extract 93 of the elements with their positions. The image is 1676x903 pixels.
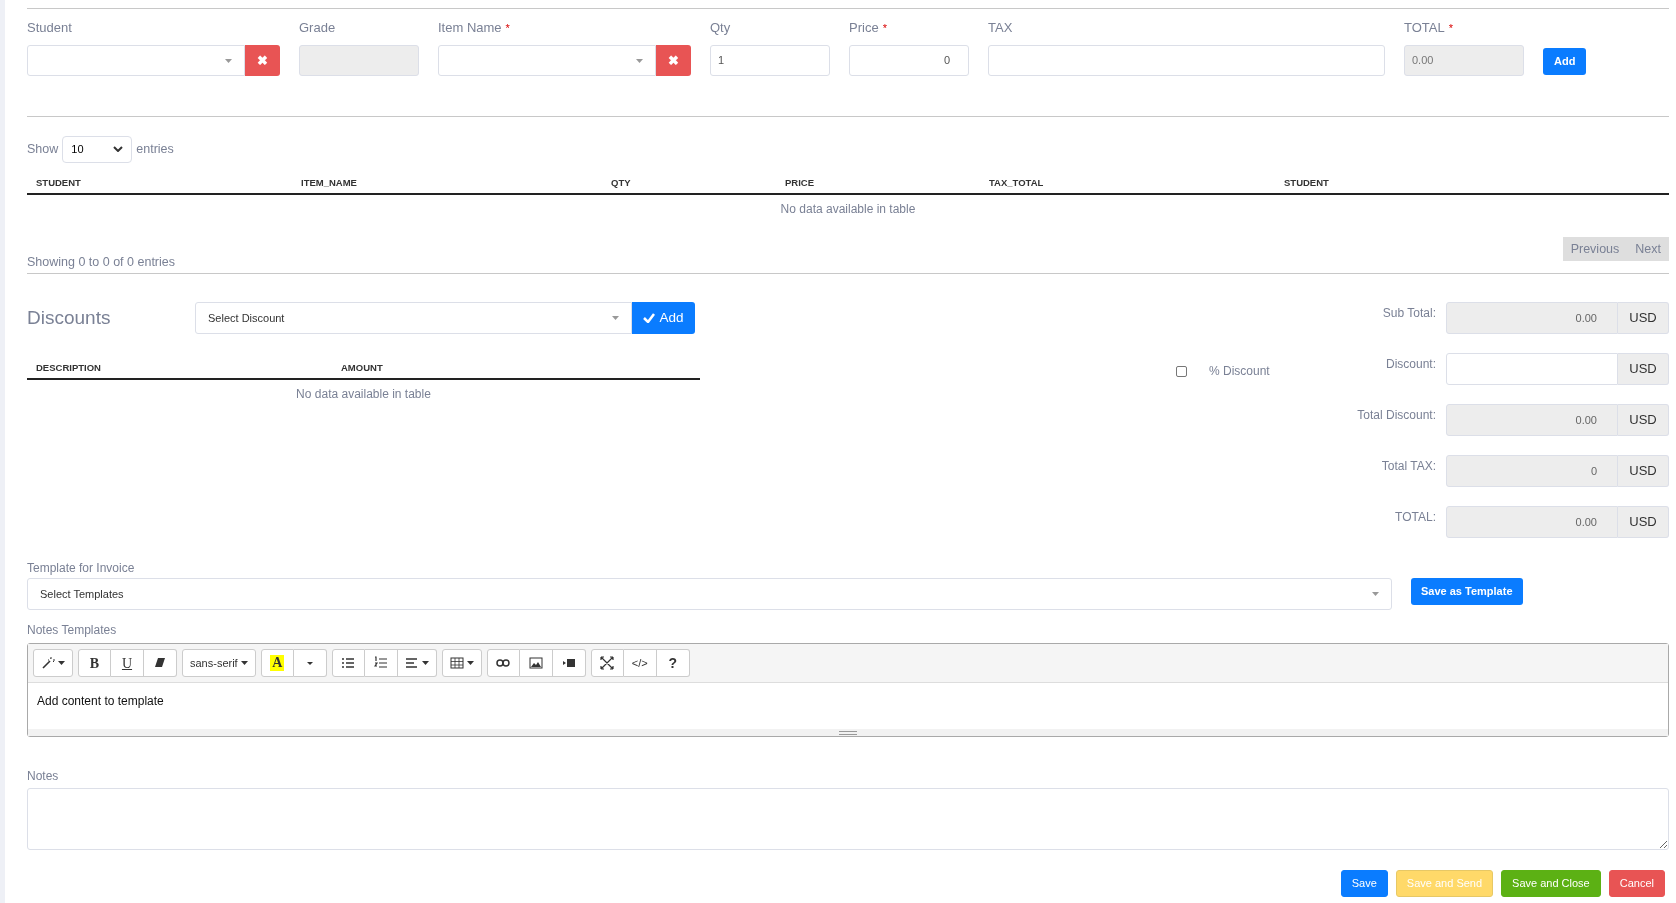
page-size-select[interactable]: 10 xyxy=(62,135,133,163)
section-title: Discounts xyxy=(27,305,112,330)
checkbox-label: % Discount xyxy=(1209,363,1270,380)
column-header: STUDENT xyxy=(1283,175,1330,190)
required-mark: * xyxy=(882,20,887,36)
input-field[interactable] xyxy=(1446,353,1618,385)
select-field[interactable] xyxy=(438,45,656,76)
field-label: Total Discount: xyxy=(1356,407,1437,424)
check-icon xyxy=(643,313,656,323)
field-label: Item Name xyxy=(438,19,502,38)
input-field[interactable]: 1 xyxy=(710,45,830,76)
field-label: Discount: xyxy=(1384,356,1437,373)
readonly-field: 0.00 xyxy=(1404,45,1524,76)
readonly-field: 0.00 xyxy=(1446,506,1618,538)
column-header: TAX_TOTAL xyxy=(988,175,1045,190)
column-header: PRICE xyxy=(784,175,816,190)
toolbar-button[interactable]: sans-serif xyxy=(182,649,256,677)
eraser-icon xyxy=(153,656,167,670)
field-label: Qty xyxy=(710,19,731,38)
readonly-field: 0.00 xyxy=(1446,404,1618,436)
table-icon xyxy=(449,656,464,670)
field-label: TAX xyxy=(988,19,1013,38)
input-field[interactable]: 0 xyxy=(849,45,969,76)
resize-handle-icon xyxy=(839,730,857,735)
caret-icon xyxy=(636,58,643,63)
field-label: Student xyxy=(27,19,72,38)
editor-content[interactable]: Add content to template xyxy=(37,692,1659,710)
add-button[interactable]: Add xyxy=(632,302,695,334)
field-label: Total TAX: xyxy=(1380,458,1437,475)
field-label: Notes xyxy=(27,768,60,783)
caret-icon xyxy=(1372,592,1379,596)
toolbar-button[interactable]: </> xyxy=(623,649,657,677)
link-icon xyxy=(496,656,511,670)
field-label: Grade xyxy=(299,19,336,38)
magic-wand-icon xyxy=(41,656,55,670)
chevron-down-icon xyxy=(113,146,124,152)
action-button[interactable]: Cancel xyxy=(1608,870,1665,897)
field-label: Notes Templates xyxy=(27,622,118,637)
caret-icon xyxy=(612,316,619,320)
toolbar-button[interactable] xyxy=(486,649,520,677)
column-header: STUDENT xyxy=(35,175,82,190)
column-header: DESCRIPTION xyxy=(35,360,102,375)
toolbar-button[interactable] xyxy=(590,649,624,677)
toolbar-button[interactable]: B xyxy=(78,649,111,677)
readonly-field: 0 xyxy=(1446,455,1618,487)
checkbox[interactable] xyxy=(1176,365,1187,377)
table-info: Showing 0 to 0 of 0 entries xyxy=(27,254,175,271)
empty-table-message: No data available in table xyxy=(780,201,916,218)
toolbar-button[interactable] xyxy=(552,649,586,677)
notes-field[interactable] xyxy=(27,788,1669,850)
select-field[interactable] xyxy=(27,45,245,76)
readonly-field: 0.00 xyxy=(1446,302,1618,334)
show-label: Show xyxy=(27,140,59,158)
entries-label: entries xyxy=(136,140,174,158)
add-button[interactable]: Add xyxy=(1543,48,1587,75)
fullscreen-icon xyxy=(600,656,615,670)
picture-icon xyxy=(528,656,543,670)
clear-button[interactable]: ✖ xyxy=(245,45,280,76)
align-icon xyxy=(404,656,419,670)
toolbar-button[interactable]: ? xyxy=(656,649,690,677)
template-select[interactable]: Select Templates xyxy=(27,578,1392,610)
action-button[interactable]: Save xyxy=(1340,870,1388,897)
discount-select[interactable]: Select Discount xyxy=(195,302,632,334)
column-header: QTY xyxy=(610,175,632,190)
field-label: TOTAL: xyxy=(1394,509,1437,526)
column-header: AMOUNT xyxy=(340,360,384,375)
toolbar-button[interactable] xyxy=(144,649,177,677)
field-label: Template for Invoice xyxy=(27,560,136,575)
currency-addon: USD xyxy=(1618,506,1669,538)
currency-addon: USD xyxy=(1618,404,1669,436)
currency-addon: USD xyxy=(1618,302,1669,334)
column-header: ITEM_NAME xyxy=(300,175,358,190)
toolbar-button[interactable]: U xyxy=(111,649,144,677)
save-template-button[interactable]: Save as Template xyxy=(1411,578,1523,605)
currency-addon: USD xyxy=(1618,455,1669,487)
empty-table-message: No data available in table xyxy=(296,386,431,403)
caret-icon xyxy=(225,58,232,63)
toolbar-button[interactable] xyxy=(441,649,482,677)
input-field[interactable] xyxy=(988,45,1385,76)
currency-addon: USD xyxy=(1618,353,1669,385)
toolbar-button[interactable]: A xyxy=(260,649,294,677)
field-label: TOTAL xyxy=(1404,19,1445,38)
required-mark: * xyxy=(1448,20,1453,36)
field-label: Sub Total: xyxy=(1381,305,1437,322)
required-mark: * xyxy=(505,20,510,36)
toolbar-button[interactable] xyxy=(519,649,553,677)
numbered-list-icon xyxy=(373,656,388,670)
toolbar-button[interactable] xyxy=(397,649,437,677)
clear-button[interactable]: ✖ xyxy=(656,45,691,76)
field-label: Price xyxy=(849,19,879,38)
video-icon xyxy=(561,656,576,670)
toolbar-button[interactable] xyxy=(331,649,365,677)
bulleted-list-icon xyxy=(341,656,356,670)
